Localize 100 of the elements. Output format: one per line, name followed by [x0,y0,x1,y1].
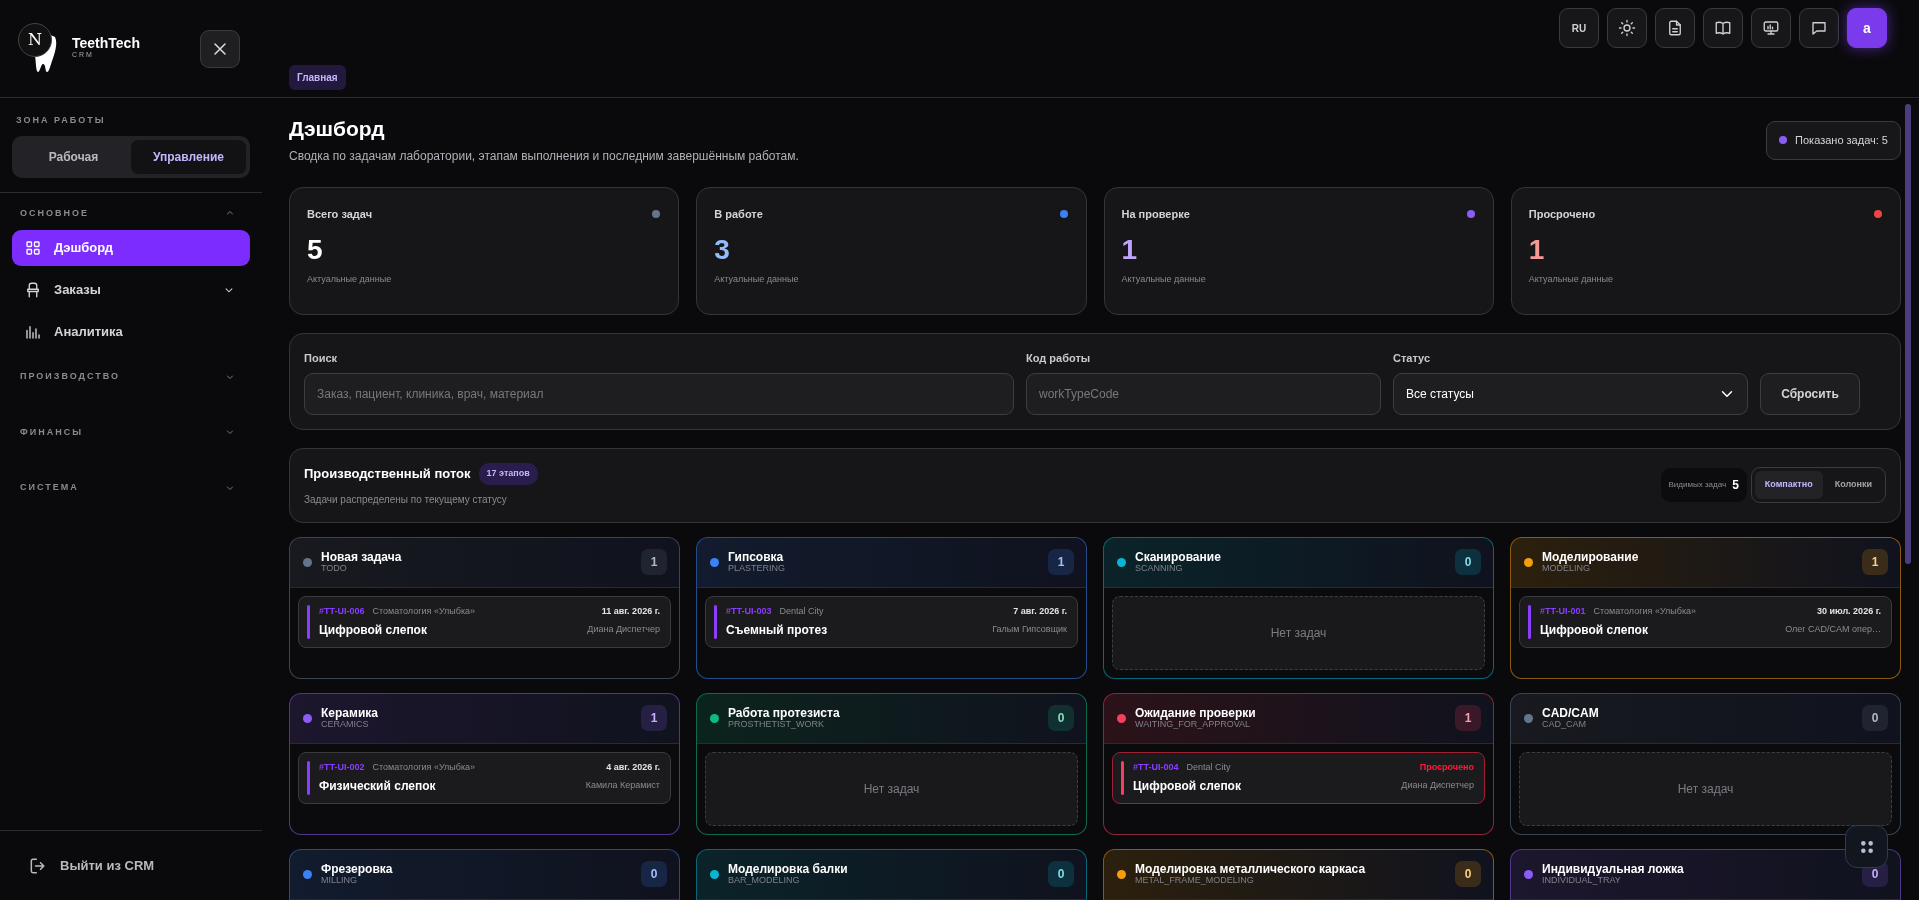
stage-title: Сканирование [1135,550,1221,564]
task-card[interactable]: #TT-UI-001 Стоматология «Улыбка» 30 июл. 2026 г. Цифровой слепок Олег CAD/CAM опер… [1519,595,1892,649]
view-tab[interactable]: Компактно [1754,471,1823,499]
stage-code: BAR_MODELING [728,875,800,886]
overdue-label: Просрочено [1419,760,1474,774]
stage-code: TODO [321,563,348,574]
menu-item[interactable]: Аналитика [12,314,250,350]
breadcrumb-link[interactable]: Главная [289,65,346,90]
stage-code: WAITING_FOR_APPROVAL [1135,719,1251,730]
task-count: 1 [1455,705,1481,732]
stage-code: CERAMICS [321,719,369,730]
section-label: ЗОНА РАБОТЫ [16,114,107,127]
code-field[interactable]: workTypeCode [1026,372,1381,415]
toolbar-button[interactable] [1703,8,1743,48]
task-title: Съемный протез [726,622,828,640]
visible-label: Видимых задач [1668,479,1727,492]
status-select[interactable]: Все статусы [1393,372,1748,415]
view-tab[interactable]: Колонки [1824,471,1882,499]
task-count: 0 [1862,705,1888,732]
stage-title: Новая задача [321,550,402,564]
toolbar-button[interactable] [1751,8,1791,48]
task-card[interactable]: #TT-UI-003 Dental City 7 авг. 2026 г. Съемный протез Галым Гипсовщик [705,595,1078,649]
clinic-name: Стоматология «Улыбка» [1593,604,1697,618]
task-count: 1 [641,549,667,576]
stage-code: CAD_CAM [1542,719,1587,730]
stage-title: Моделирование [1542,550,1639,564]
language-button[interactable]: RU [1559,8,1599,48]
assignee-name: Олег CAD/CAM опер… [1785,623,1881,637]
reset-button[interactable]: Сбросить [1760,372,1860,415]
assignee-name: Галым Гипсовщик [992,623,1067,637]
document-icon [1666,19,1684,37]
close-button[interactable] [200,29,240,68]
stat-caption: Актуальные данные [307,273,393,287]
stat-label: Просрочено [1528,207,1596,223]
brand-name: TeethTech [72,36,140,51]
task-count: 1 [1048,549,1074,576]
clinic-name: Стоматология «Улыбка» [372,604,476,618]
status-dot [1779,136,1788,145]
stage-title: Фрезеровка [321,862,393,876]
stat-caption: Актуальные данные [1528,273,1614,287]
visible-number: 5 [1732,477,1739,495]
stage-title: Ожидание проверки [1135,706,1256,720]
stage-title: Моделировка металлического каркаса [1135,862,1366,876]
due-date: 11 авг. 2026 г. [601,604,660,618]
stat-value: 3 [714,234,731,266]
workspace-tab[interactable]: Управление [131,139,246,174]
clinic-name: Dental City [779,604,824,618]
stage-title: Керамика [321,706,378,720]
stage-code: INDIVIDUAL_TRAY [1542,875,1621,886]
avatar[interactable]: a [1847,8,1887,48]
task-card[interactable]: #TT-UI-002 Стоматология «Улыбка» 4 авг. 2026 г. Физический слепок Камила Керамист [298,751,671,805]
field-label: Статус [1393,351,1432,367]
task-count: 0 [1455,861,1481,888]
empty-text: Нет задач [1677,780,1734,798]
stat-label: На проверке [1121,207,1190,223]
menu-group-header[interactable]: ОСНОВНОЕ [12,206,250,220]
stage-code: PROSTHETIST_WORK [728,719,824,730]
menu-group-header[interactable]: ПРОИЗВОДСТВО [12,370,250,384]
page-title: Дэшборд [289,116,386,142]
clinic-name: Dental City [1186,760,1231,774]
menu-group-header[interactable]: СИСТЕМА [12,481,250,495]
due-date: 30 июл. 2026 г. [1816,604,1881,618]
field-label: Код работы [1026,351,1092,367]
stage-title: CAD/CAM [1542,706,1599,720]
section-title: Производственный поток [304,465,471,484]
stat-value: 1 [1528,234,1546,266]
stat-caption: Актуальные данные [1121,273,1207,287]
task-title: Цифровой слепок [1540,622,1648,640]
task-count: 1 [1862,549,1888,576]
stat-label: Всего задач [307,207,373,223]
menu-item[interactable]: Заказы [12,272,250,308]
menu-item[interactable]: Дэшборд [12,230,250,266]
stage-title: Работа протезиста [728,706,840,720]
stage-title: Моделировка балки [728,862,848,876]
floating-button[interactable] [1845,825,1888,868]
book-icon [1714,19,1732,37]
bar-chart-icon [24,323,42,341]
sun-icon [1618,19,1636,37]
stage-title: Гипсовка [728,550,785,564]
stat-caption: Актуальные данные [714,273,800,287]
menu-group-header[interactable]: ФИНАНСЫ [12,425,250,439]
task-card[interactable]: #TT-UI-004 Dental City Просрочено Цифровой слепок Диана Диспетчер [1112,751,1485,805]
toolbar-button[interactable] [1799,8,1839,48]
monitor-chart-icon [1762,19,1780,37]
task-title: Физический слепок [319,778,436,796]
toolbar-button[interactable] [1607,8,1647,48]
toolbar-button[interactable] [1655,8,1695,48]
task-title: Цифровой слепок [1133,778,1241,796]
task-card[interactable]: #TT-UI-006 Стоматология «Улыбка» 11 авг. 2026 г. Цифровой слепок Диана Диспетчер [298,595,671,649]
stat-value: 5 [307,234,324,266]
stage-title: Индивидуальная ложка [1542,862,1684,876]
stage-code: PLASTERING [728,563,785,574]
stage-code: MODELING [1542,563,1591,574]
search-field[interactable]: Заказ, пациент, клиника, врач, материал [304,372,1014,415]
workspace-tab[interactable]: Рабочая [16,139,131,174]
stage-code: METAL_FRAME_MODELING [1135,875,1255,886]
task-count: 0 [641,861,667,888]
stat-label: В работе [714,207,763,223]
logout-button[interactable]: Выйти из CRM [22,854,161,877]
stage-code: MILLING [321,875,357,886]
